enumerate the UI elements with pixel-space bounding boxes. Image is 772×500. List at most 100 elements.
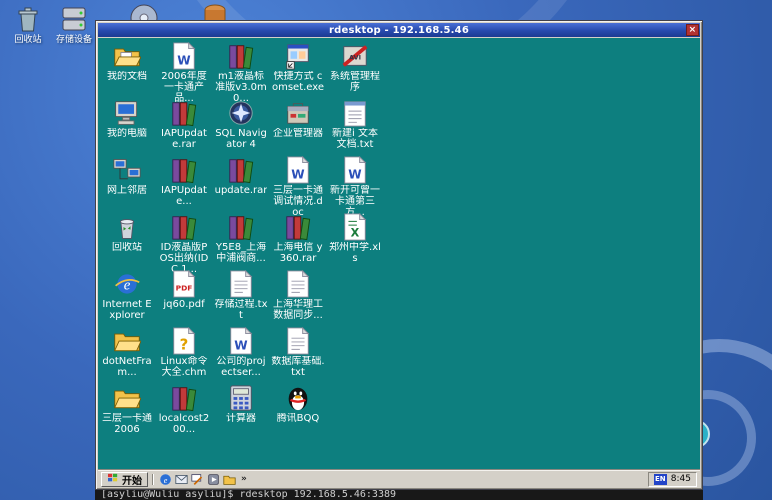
host-icon-recycle[interactable]: 回收站 — [6, 4, 50, 45]
chm-icon: ? — [170, 327, 198, 355]
rar-icon — [284, 213, 312, 241]
desktop-icon[interactable]: ? Linux命令大全.chm — [157, 327, 211, 378]
my-documents-icon — [113, 42, 141, 70]
quicklaunch-media-player[interactable] — [206, 473, 220, 486]
desktop-icon[interactable]: 回收站 — [100, 213, 154, 253]
window-title: rdesktop - 192.168.5.46 — [329, 25, 469, 36]
quicklaunch-outlook-express[interactable] — [174, 473, 188, 486]
taskbar-separator — [152, 474, 154, 485]
desktop-icon[interactable]: localcost200... — [157, 384, 211, 435]
txt-icon — [284, 270, 312, 298]
rar-icon — [227, 42, 255, 70]
txt-icon — [284, 327, 312, 355]
desktop-icon[interactable]: 我的电脑 — [100, 99, 154, 139]
system-tray: EN 8:45 — [648, 472, 697, 487]
desktop-icon[interactable]: IAPUpdate.rar — [157, 99, 211, 150]
desktop-icon[interactable]: W公司的projectser... — [214, 327, 268, 378]
desktop-icon[interactable]: dotNetFram... — [100, 327, 154, 378]
desktop-icon-label: localcost200... — [157, 413, 211, 435]
svg-text:AVI: AVI — [349, 54, 361, 62]
rar-icon — [170, 384, 198, 412]
qq-icon — [284, 384, 312, 412]
desktop-icon[interactable]: W2006年度一卡通产品... — [157, 42, 211, 104]
desktop-icon[interactable]: IAPUpdate... — [157, 156, 211, 207]
desktop-icon-label: 新建i 文本文档.txt — [328, 128, 382, 150]
desktop-icon[interactable]: 快捷方式 comset.exe — [271, 42, 325, 93]
desktop-icon[interactable]: m1液晶标准版v3.0m0... — [214, 42, 268, 104]
rar-icon — [170, 213, 198, 241]
desktop-icon[interactable]: 数据库基础.txt — [271, 327, 325, 378]
host-icon-storage[interactable]: 存储设备 — [52, 4, 96, 45]
desktop-icon-label: 快捷方式 comset.exe — [271, 71, 325, 93]
excel-icon: X — [341, 213, 369, 241]
desktop-icon[interactable]: 企业管理器 — [271, 99, 325, 139]
desktop-icon-label: 三层一卡通 2006 — [100, 413, 154, 435]
desktop-icon-label: 计算器 — [226, 413, 256, 424]
word-icon: W — [284, 156, 312, 184]
desktop-icon[interactable]: 计算器 — [214, 384, 268, 424]
folder-icon — [113, 327, 141, 355]
desktop-icon[interactable]: 我的文档 — [100, 42, 154, 82]
word-icon: W — [341, 156, 369, 184]
rdesktop-window: rdesktop - 192.168.5.46 × 我的文档我的电脑网上邻居回收… — [95, 20, 703, 490]
svg-text:W: W — [177, 53, 190, 67]
desktop-icon[interactable]: ID液晶版POS出纳(IDC 1... — [157, 213, 211, 275]
sql-navigator-icon — [227, 99, 255, 127]
language-indicator[interactable]: EN — [654, 474, 667, 485]
quicklaunch-folder[interactable] — [222, 473, 236, 486]
quicklaunch-show-desktop[interactable] — [190, 473, 204, 486]
desktop-icon[interactable]: 新建i 文本文档.txt — [328, 99, 382, 150]
desktop-icon[interactable]: 网上邻居 — [100, 156, 154, 196]
desktop-icon-label: 我的电脑 — [107, 128, 147, 139]
svg-text:W: W — [291, 167, 304, 181]
recycle-bin-icon — [113, 213, 141, 241]
word-icon: W — [227, 327, 255, 355]
desktop-icon-label: 数据库基础.txt — [271, 356, 325, 378]
desktop-icon[interactable]: 上海电信 y360.rar — [271, 213, 325, 264]
desktop-icon-label: dotNetFram... — [100, 356, 154, 378]
desktop-icon[interactable]: update.rar — [214, 156, 268, 196]
desktop-icon[interactable]: Y5E8_上海中浦阀商... — [214, 213, 268, 264]
desktop-icon-label: 网上邻居 — [107, 185, 147, 196]
close-button[interactable]: × — [686, 24, 699, 36]
desktop-icon-label: Linux命令大全.chm — [157, 356, 211, 378]
txt-icon — [227, 270, 255, 298]
svg-text:?: ? — [180, 335, 189, 353]
rar-icon — [227, 213, 255, 241]
quicklaunch-internet-explorer[interactable]: e — [158, 473, 172, 486]
desktop-icon[interactable]: SQL Navigator 4 — [214, 99, 268, 150]
word-icon: W — [170, 42, 198, 70]
enterprise-manager-icon — [284, 99, 312, 127]
desktop-icon-label: 回收站 — [112, 242, 142, 253]
svg-text:W: W — [348, 167, 361, 181]
svg-text:e: e — [163, 475, 167, 484]
desktop-icon[interactable]: W三层一卡通调试情况.doc — [271, 156, 325, 218]
desktop-icon[interactable]: 存储过程.txt — [214, 270, 268, 321]
desktop-icon[interactable]: W新开可曾一卡通第三方... — [328, 156, 382, 218]
terminal-text: [asyliu@Wuliu asyliu]$ rdesktop 192.168.… — [101, 489, 396, 500]
remote-taskbar: 开始 e » EN 8:45 — [98, 470, 700, 487]
quicklaunch-overflow-chevron[interactable]: » — [238, 474, 250, 484]
desktop-icon[interactable]: 三层一卡通 2006 — [100, 384, 154, 435]
start-label: 开始 — [122, 472, 142, 487]
desktop-icon-label: jq60.pdf — [163, 299, 204, 310]
desktop-icon[interactable]: 上海华理工数据同步... — [271, 270, 325, 321]
desktop-icon[interactable]: eInternet Explorer — [100, 270, 154, 321]
desktop-icon-label: 上海华理工数据同步... — [271, 299, 325, 321]
host-storage-icon — [59, 4, 89, 34]
desktop-icon-label: 腾讯BQQ — [277, 413, 320, 424]
windows-logo-icon — [107, 473, 119, 486]
desktop-icon[interactable]: PDFjq60.pdf — [157, 270, 211, 310]
desktop-icon[interactable]: X郑州中学.xls — [328, 213, 382, 264]
desktop-icon-label: Internet Explorer — [100, 299, 154, 321]
start-button[interactable]: 开始 — [101, 472, 148, 487]
host-desktop: › 回收站存储设备 [asyliu@Wuliu asyliu]$ rdeskto… — [0, 0, 772, 500]
notepad-icon — [341, 99, 369, 127]
desktop-icon-label: IAPUpdate... — [157, 185, 211, 207]
quick-launch: e — [158, 473, 236, 486]
desktop-icon[interactable]: AVI系统管理程序 — [328, 42, 382, 93]
host-icon-label: 回收站 — [14, 35, 41, 45]
desktop-icon[interactable]: 腾讯BQQ — [271, 384, 325, 424]
desktop-icon-label: 我的文档 — [107, 71, 147, 82]
window-titlebar[interactable]: rdesktop - 192.168.5.46 × — [98, 23, 700, 37]
